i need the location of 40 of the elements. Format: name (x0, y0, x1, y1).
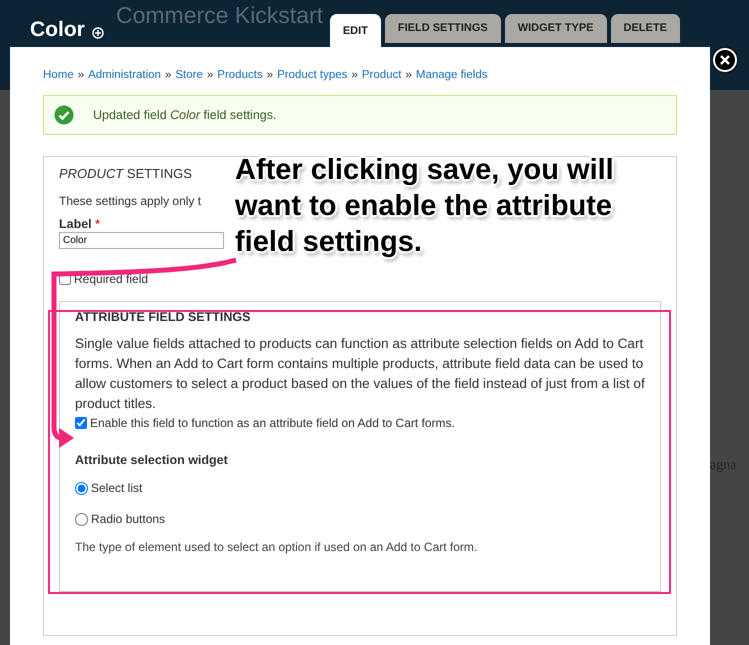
breadcrumb-link[interactable]: Administration (88, 69, 161, 81)
help-text: The type of element used to select an option if used on an Add to Cart form. (75, 540, 478, 554)
fieldset-title: ATTRIBUTE FIELD SETTINGS (75, 310, 252, 324)
breadcrumb-link[interactable]: Products (217, 69, 263, 81)
annotation-text: After clicking save, you will want to enable the attribute field settings. (235, 153, 615, 260)
breadcrumb-separator: » (206, 69, 214, 81)
breadcrumb-link[interactable]: Product types (277, 69, 348, 81)
breadcrumb-separator: » (405, 69, 412, 81)
label-input[interactable]: Color (59, 232, 224, 249)
section-heading: Attribute selection widget (75, 453, 229, 467)
message-text: Updated field Color field settings. (93, 108, 276, 122)
breadcrumb-separator: » (78, 69, 84, 81)
description-text: Single value fields attached to products can function as attribute selection fields on Add to Cart forms. When an Add to Cart form contains multiple products, attribute field data can be used to allow customers to select a product based on the values of the field instead of just from a list of product titles. (75, 335, 646, 413)
close-icon (718, 53, 732, 67)
breadcrumb-link[interactable]: Store (175, 69, 203, 81)
radio-button[interactable] (75, 482, 88, 494)
breadcrumb-link[interactable]: Product (362, 69, 402, 81)
tab[interactable]: DELETE (610, 14, 680, 43)
description-text: These settings apply only t (59, 194, 202, 208)
tab[interactable]: FIELD SETTINGS (384, 14, 501, 43)
checkbox[interactable] (75, 417, 87, 429)
breadcrumb-separator: » (164, 69, 172, 81)
add-icon[interactable] (92, 27, 104, 39)
fieldset-title: PRODUCT SETTINGS (59, 166, 192, 181)
tab[interactable]: WIDGET TYPE (504, 14, 607, 43)
checkbox-label: Required field (74, 272, 148, 286)
checkbox[interactable] (59, 273, 71, 285)
field-label: Label * (59, 217, 101, 231)
breadcrumb-separator: » (266, 69, 274, 81)
tab[interactable]: EDIT (330, 14, 381, 47)
breadcrumb-separator: » (351, 69, 358, 81)
radio-button[interactable] (75, 512, 88, 526)
radio-label: Select list (91, 481, 142, 495)
checkbox-label: Enable this field to function as an attribute field on Add to Cart forms. (90, 416, 455, 430)
page-title: Color (30, 18, 85, 42)
breadcrumb-link[interactable]: Home (43, 69, 74, 81)
check-icon (54, 105, 74, 125)
radio-label: Radio buttons (91, 512, 166, 526)
site-name: Commerce Kickstart (116, 4, 324, 27)
breadcrumb-link[interactable]: Manage fields (416, 69, 488, 81)
